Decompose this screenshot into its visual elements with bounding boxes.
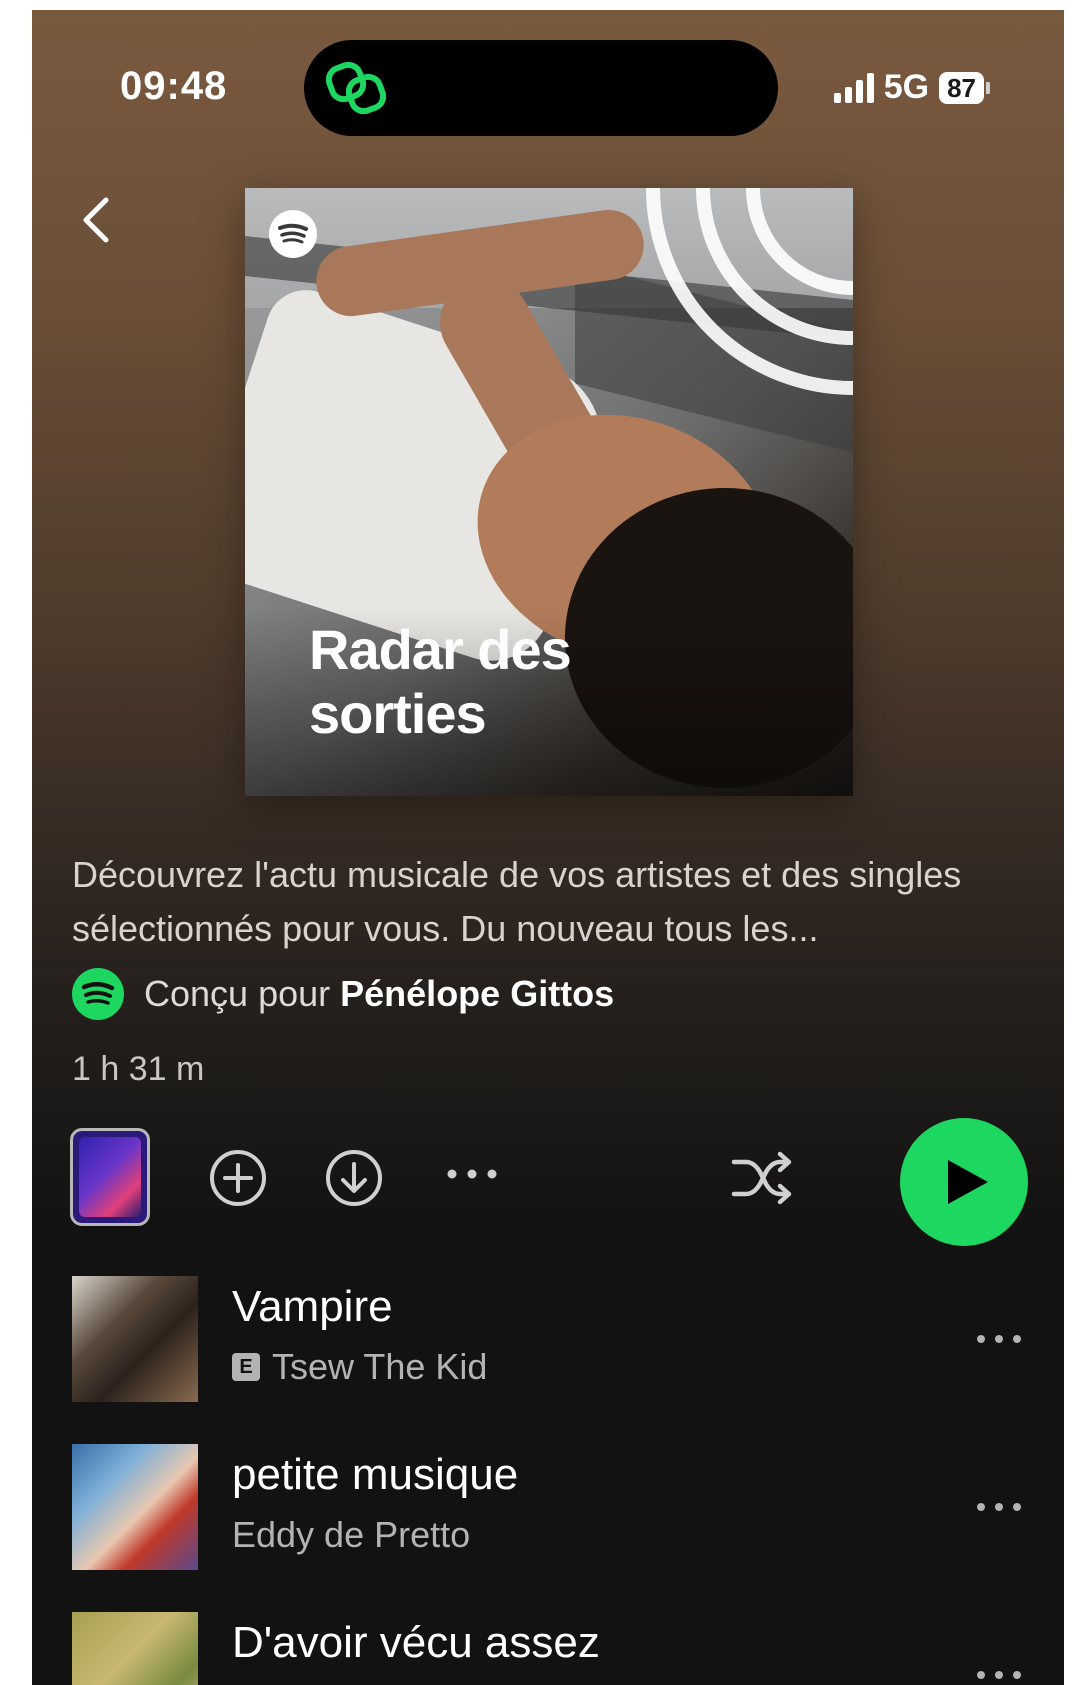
dynamic-island[interactable] <box>304 40 778 136</box>
back-chevron-icon <box>83 197 109 243</box>
track-title: D'avoir vécu assez <box>232 1618 600 1667</box>
status-indicators: 5G 87 <box>833 68 990 107</box>
explicit-badge: E <box>232 1353 260 1381</box>
spotify-icon <box>269 210 317 258</box>
back-button[interactable] <box>68 190 128 250</box>
add-circle-icon[interactable] <box>208 1148 268 1208</box>
track-artwork <box>72 1276 198 1402</box>
preview-thumbnail-button[interactable] <box>70 1128 150 1226</box>
shuffle-icon[interactable] <box>728 1148 796 1208</box>
track-artwork <box>72 1612 198 1685</box>
track-artist-row: E Tsew The Kid <box>232 1346 487 1388</box>
cover-title: Radar des sorties <box>309 618 572 745</box>
decorative-arcs <box>646 188 853 395</box>
made-for-row[interactable]: Conçu pour Pénélope Gittos <box>72 968 614 1020</box>
play-icon <box>948 1160 988 1204</box>
action-bar <box>32 1118 1064 1246</box>
status-time: 09:48 <box>120 64 228 108</box>
download-icon[interactable] <box>324 1148 384 1208</box>
link-icon <box>326 61 386 115</box>
track-title: Vampire <box>232 1282 393 1331</box>
made-for-user[interactable]: Pénélope Gittos <box>340 973 614 1014</box>
track-artist: Eddy de Pretto <box>232 1514 471 1555</box>
spotify-icon <box>72 968 124 1020</box>
more-icon[interactable] <box>974 1492 1024 1522</box>
network-label: 5G <box>883 68 930 106</box>
battery-level: 87 <box>939 71 984 104</box>
track-artist: Tsew The Kid <box>272 1346 488 1387</box>
playlist-cover: Radar des sorties <box>245 188 853 796</box>
playlist-description[interactable]: Découvrez l'actu musicale de vos artiste… <box>72 848 1032 956</box>
more-icon[interactable] <box>974 1660 1024 1685</box>
track-row[interactable]: D'avoir vécu assez <box>32 1612 1064 1685</box>
track-artist-row: Eddy de Pretto <box>232 1514 470 1556</box>
battery-icon: 87 <box>939 71 990 104</box>
track-title: petite musique <box>232 1450 519 1499</box>
more-icon[interactable] <box>974 1324 1024 1354</box>
more-icon[interactable] <box>442 1164 502 1184</box>
track-row[interactable]: Vampire E Tsew The Kid <box>32 1276 1064 1416</box>
signal-icon <box>833 72 874 103</box>
play-button[interactable] <box>900 1118 1028 1246</box>
made-for-prefix: Conçu pour <box>144 973 331 1014</box>
phone-screen: 09:48 5G 87 Radar des sorties Découvrez … <box>32 10 1064 1685</box>
playlist-duration: 1 h 31 m <box>72 1050 205 1088</box>
track-artwork <box>72 1444 198 1570</box>
track-row[interactable]: petite musique Eddy de Pretto <box>32 1444 1064 1584</box>
